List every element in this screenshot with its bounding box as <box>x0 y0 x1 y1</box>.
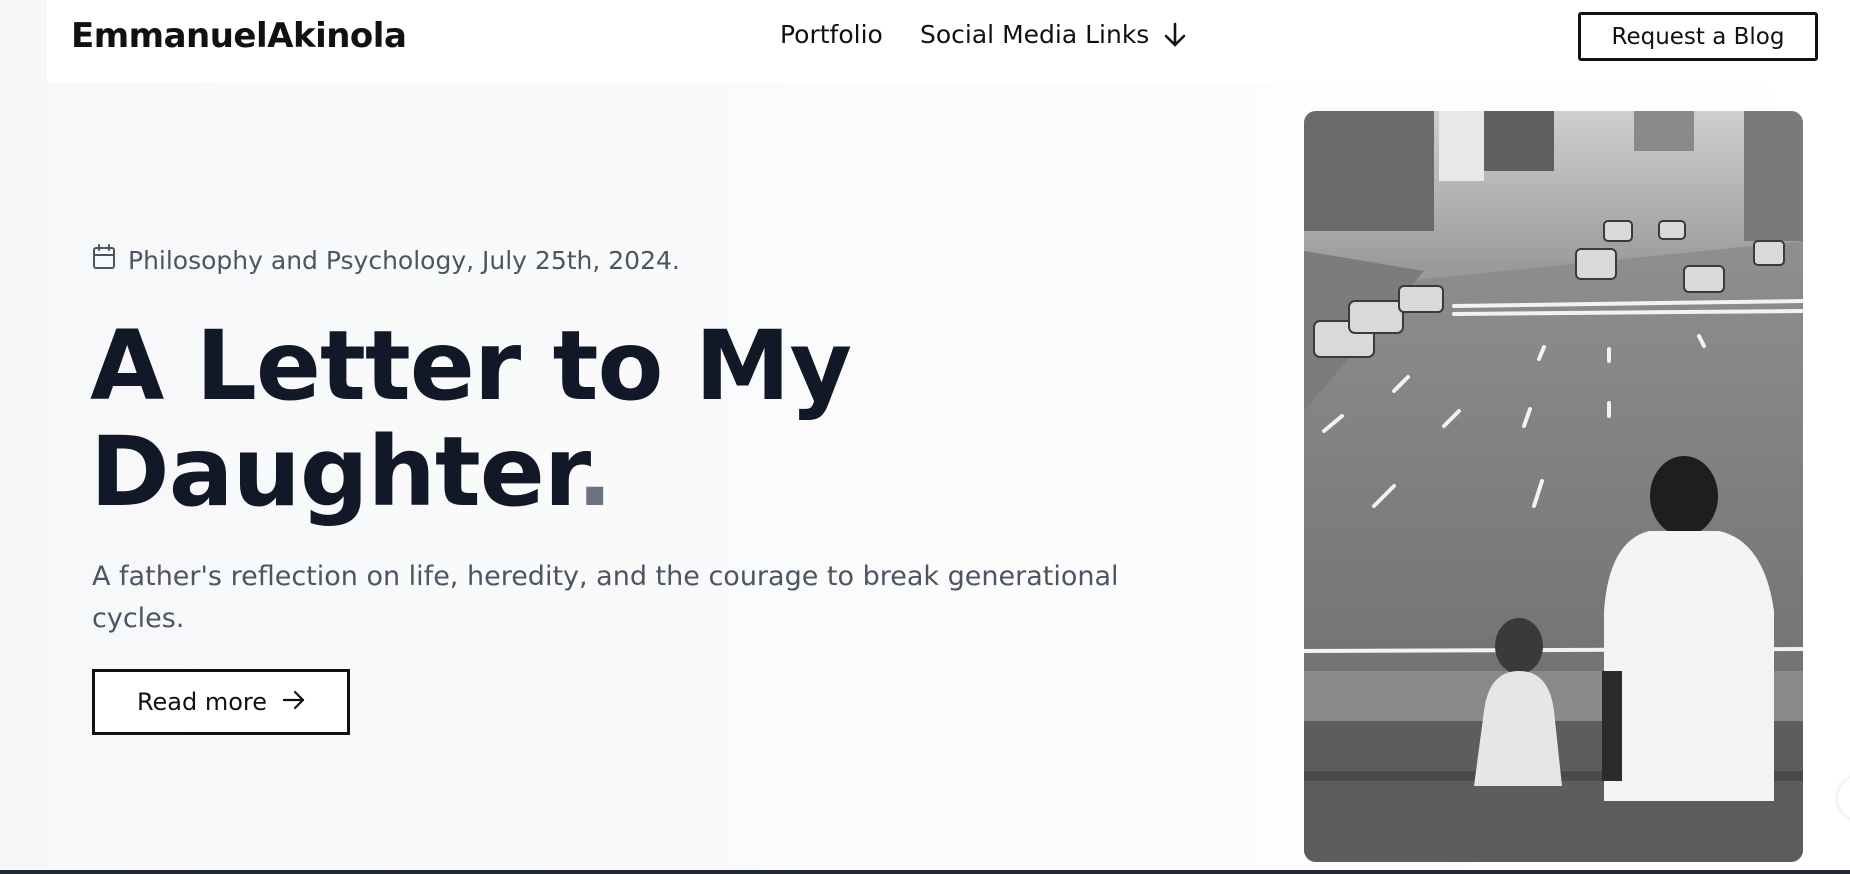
post-category-date: Philosophy and Psychology, July 25th, 20… <box>128 245 680 275</box>
nav-dropdown-social-media[interactable]: Social Media Links <box>920 20 1187 49</box>
post-subtitle: A father's reflection on life, heredity,… <box>92 561 1119 634</box>
bottom-divider <box>0 870 1850 874</box>
brand-logo[interactable]: EmmanuelAkinola <box>71 16 407 56</box>
hero-image <box>1304 111 1803 862</box>
post-title-text: A Letter to My Daughter <box>90 310 852 528</box>
calendar-icon <box>92 244 116 276</box>
nav-social-label: Social Media Links <box>920 20 1150 49</box>
nav-link-portfolio[interactable]: Portfolio <box>780 20 883 49</box>
arrow-right-icon <box>282 688 305 716</box>
top-navigation: EmmanuelAkinola Portfolio Social Media L… <box>47 0 1850 83</box>
read-more-button[interactable]: Read more <box>92 669 350 735</box>
title-accent-dot: . <box>576 416 613 528</box>
post-meta: Philosophy and Psychology, July 25th, 20… <box>92 244 680 276</box>
read-more-label: Read more <box>136 688 268 716</box>
request-blog-button[interactable]: Request a Blog <box>1578 12 1818 61</box>
arrow-down-icon <box>1163 22 1187 48</box>
post-title: A Letter to My Daughter. <box>90 313 990 525</box>
